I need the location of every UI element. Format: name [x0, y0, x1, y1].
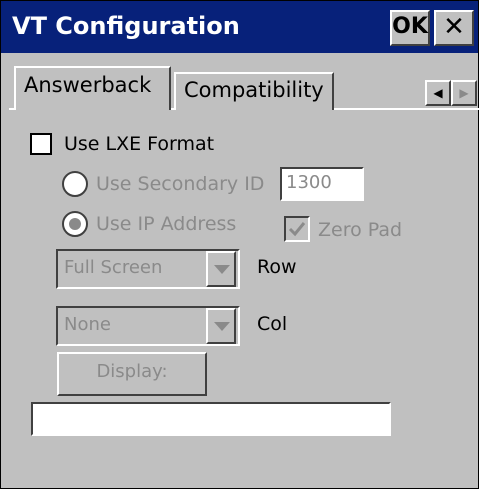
- display-button[interactable]: Display:: [57, 352, 207, 396]
- ok-button[interactable]: OK: [390, 10, 430, 46]
- arrow-left-icon: ◀: [433, 86, 443, 100]
- chevron-down-icon: [214, 322, 230, 331]
- use-ip-address-label: Use IP Address: [96, 213, 237, 235]
- use-secondary-id-label: Use Secondary ID: [96, 173, 265, 195]
- secondary-id-input[interactable]: 1300: [280, 167, 364, 201]
- col-select-dropdown-button[interactable]: [206, 308, 236, 344]
- close-button[interactable]: ✕: [434, 10, 474, 46]
- tab-compatibility[interactable]: Compatibility: [174, 72, 334, 110]
- zero-pad-label: Zero Pad: [318, 219, 403, 241]
- zero-pad-checkbox[interactable]: [284, 216, 310, 242]
- use-secondary-id-radio[interactable]: [62, 171, 88, 197]
- chevron-down-icon: [214, 265, 230, 274]
- use-lxe-format-label: Use LXE Format: [64, 133, 215, 155]
- row-label: Row: [257, 256, 297, 278]
- tab-answerback[interactable]: Answerback: [14, 66, 171, 110]
- radio-dot-icon: [69, 218, 81, 230]
- use-lxe-format-checkbox[interactable]: [30, 133, 52, 155]
- display-output-field: [31, 402, 391, 436]
- close-icon: ✕: [443, 12, 465, 42]
- row-select-dropdown-button[interactable]: [206, 251, 236, 287]
- col-label: Col: [257, 313, 288, 335]
- arrow-right-icon: ▶: [459, 86, 469, 100]
- use-ip-address-radio[interactable]: [62, 211, 88, 237]
- window-title: VT Configuration: [12, 12, 240, 40]
- checkmark-icon: [288, 222, 306, 237]
- tab-scroll-left-button[interactable]: ◀: [425, 80, 451, 106]
- tab-scroll-right-button[interactable]: ▶: [451, 80, 477, 106]
